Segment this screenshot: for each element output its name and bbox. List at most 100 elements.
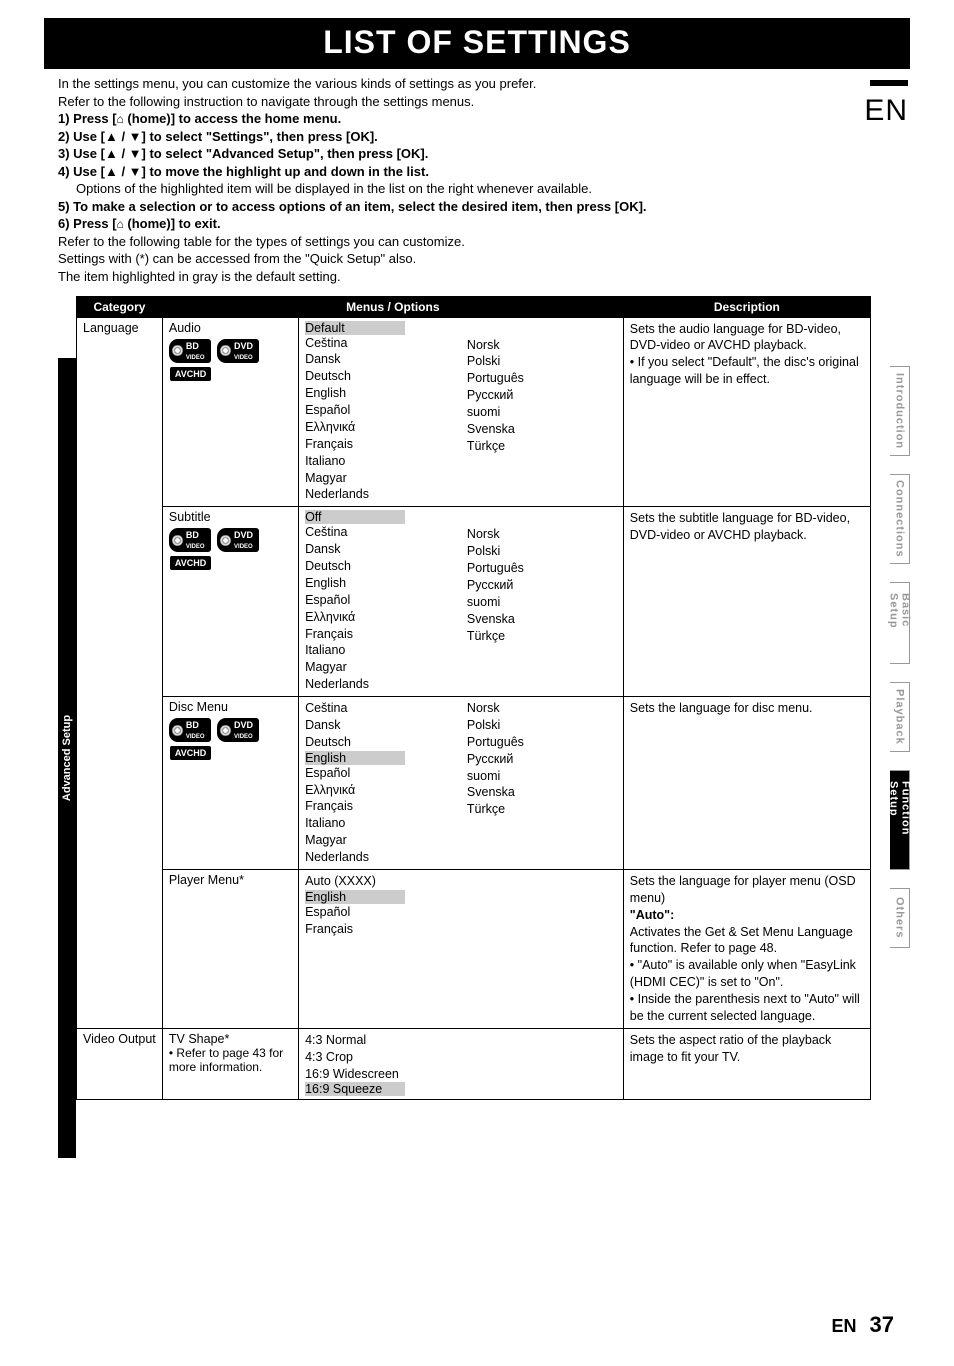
option-item: Polski — [467, 543, 617, 560]
option-item: Norsk — [467, 700, 617, 717]
menu-label: Subtitle — [169, 510, 292, 524]
option-item: 4:3 Normal — [305, 1032, 455, 1049]
option-item: Русский — [467, 751, 617, 768]
option-item: Español — [305, 765, 455, 782]
cell-options-col1: Off CeštinaDanskDeutschEnglishEspañolΕλλ… — [299, 507, 461, 697]
section-tab-label: Playback — [894, 689, 906, 745]
section-tab-introduction[interactable]: Introduction — [890, 366, 910, 456]
section-tab-label: Basic Setup — [888, 593, 912, 653]
step-6: 6) Press [⌂ (home)] to exit. — [58, 215, 896, 233]
home-icon: ⌂ — [117, 112, 124, 126]
step-5: 5) To make a selection or to access opti… — [58, 198, 896, 216]
cell-description: Sets the language for player menu (OSD m… — [623, 869, 870, 1028]
option-item: Sets the subtitle language for BD-video,… — [630, 510, 864, 544]
option-item: Sets the aspect ratio of the playback im… — [630, 1032, 864, 1066]
cell-options-col2: NorskPolskiPortuguêsРусскийsuomiSvenskaT… — [461, 317, 623, 507]
page-title: LIST OF SETTINGS — [44, 18, 910, 69]
dvd-badge: DVDVIDEO — [217, 718, 259, 742]
option-item: Português — [467, 560, 617, 577]
dvd-badge: DVDVIDEO — [217, 339, 259, 363]
left-section-label: Advanced Setup — [61, 715, 73, 801]
cell-category-language: Language — [77, 317, 163, 1028]
option-item: Italiano — [305, 642, 455, 659]
option-item: Dansk — [305, 541, 455, 558]
cell-description: Sets the language for disc menu. — [623, 697, 870, 870]
option-item: Deutsch — [305, 734, 455, 751]
section-tab-connections[interactable]: Connections — [890, 474, 910, 564]
option-item: Français — [305, 626, 455, 643]
option-item: Deutsch — [305, 558, 455, 575]
dvd-badge: DVDVIDEO — [217, 528, 259, 552]
menu-label: TV Shape* — [169, 1032, 292, 1046]
option-item: Ελληνικά — [305, 782, 455, 799]
option-item: Svenska — [467, 784, 617, 801]
post-line: Settings with (*) can be accessed from t… — [58, 250, 896, 268]
section-tab-playback[interactable]: Playback — [890, 682, 910, 752]
option-item: • If you select "Default", the disc's or… — [630, 354, 864, 388]
option-item: suomi — [467, 768, 617, 785]
home-icon: ⌂ — [117, 217, 124, 231]
option-item: Türkçe — [467, 628, 617, 645]
bd-badge: BDVIDEO — [169, 718, 211, 742]
left-section-tab: Advanced Setup — [58, 358, 76, 1158]
option-item: Türkçe — [467, 438, 617, 455]
menu-sublabel: • Refer to page 43 for more information. — [169, 1046, 292, 1074]
intro-text: In the settings menu, you can customize … — [58, 75, 896, 286]
cell-options-col1: 4:3 Normal4:3 Crop16:9 Widescreen 16:9 S… — [299, 1028, 461, 1100]
step-1: 1) Press [⌂ (home)] to access the home m… — [58, 110, 896, 128]
cell-menu-tvshape: TV Shape* • Refer to page 43 for more in… — [162, 1028, 298, 1100]
option-item: Español — [305, 402, 455, 419]
option-item: Türkçe — [467, 801, 617, 818]
language-indicator: EN — [864, 94, 908, 128]
cell-options-col2: NorskPolskiPortuguêsРусскийsuomiSvenskaT… — [461, 697, 623, 870]
step-4-sub: Options of the highlighted item will be … — [58, 180, 896, 198]
default-option: Default — [305, 321, 405, 335]
th-description: Description — [623, 296, 870, 317]
cell-description: Sets the subtitle language for BD-video,… — [623, 507, 870, 697]
th-category: Category — [77, 296, 163, 317]
section-tab-others[interactable]: Others — [890, 888, 910, 948]
desc-line: Sets the language for player menu (OSD m… — [630, 873, 864, 907]
option-item: Русский — [467, 577, 617, 594]
option-item: Ceština — [305, 524, 455, 541]
desc-line: Activates the Get & Set Menu Language fu… — [630, 924, 864, 958]
default-option: English — [305, 890, 405, 904]
option-item: English — [305, 575, 455, 592]
option-item: Dansk — [305, 717, 455, 734]
cell-menu-audio: Audio BDVIDEO DVDVIDEO AVCHD — [162, 317, 298, 507]
option-item: Ελληνικά — [305, 609, 455, 626]
avchd-badge: AVCHD — [169, 366, 212, 382]
option-item: Русский — [467, 387, 617, 404]
cell-options-col2: NorskPolskiPortuguêsРусскийsuomiSvenskaT… — [461, 507, 623, 697]
cell-menu-playermenu: Player Menu* — [162, 869, 298, 1028]
option-item: Auto (XXXX) — [305, 873, 455, 890]
option-item: Polski — [467, 353, 617, 370]
default-option: 16:9 Squeeze — [305, 1082, 405, 1096]
settings-table: Category Menus / Options Description Lan… — [76, 296, 871, 1101]
default-option: Off — [305, 510, 405, 524]
page-footer: EN 37 — [831, 1312, 894, 1338]
option-item: Français — [305, 921, 455, 938]
desc-line: • "Auto" is available only when "EasyLin… — [630, 957, 864, 991]
post-line: Refer to the following table for the typ… — [58, 233, 896, 251]
desc-line: "Auto": — [630, 907, 864, 924]
option-item: Português — [467, 734, 617, 751]
cell-menu-subtitle: Subtitle BDVIDEO DVDVIDEO AVCHD — [162, 507, 298, 697]
section-tab-function-setup[interactable]: Function Setup — [890, 770, 910, 870]
section-tab-basic-setup[interactable]: Basic Setup — [890, 582, 910, 664]
option-item: Magyar — [305, 659, 455, 676]
cell-options-col2 — [461, 1028, 623, 1100]
section-tab-label: Others — [894, 897, 906, 938]
option-item: Norsk — [467, 526, 617, 543]
bd-badge: BDVIDEO — [169, 339, 211, 363]
option-item: Svenska — [467, 611, 617, 628]
option-item: Magyar — [305, 470, 455, 487]
option-item: Sets the language for disc menu. — [630, 700, 864, 717]
cell-options-col1: Auto (XXXX) English EspañolFrançais — [299, 869, 461, 1028]
bd-badge: BDVIDEO — [169, 528, 211, 552]
section-tab-label: Function Setup — [888, 781, 912, 859]
footer-lang: EN — [831, 1316, 856, 1336]
option-item: Ελληνικά — [305, 419, 455, 436]
menu-label: Disc Menu — [169, 700, 292, 714]
option-item: Deutsch — [305, 368, 455, 385]
